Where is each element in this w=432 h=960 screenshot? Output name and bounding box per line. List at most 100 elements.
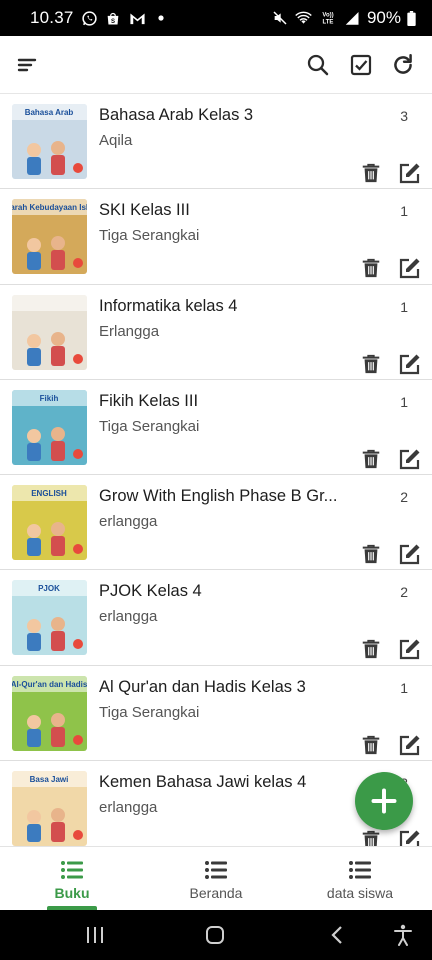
refresh-icon[interactable] — [388, 50, 418, 80]
book-title: Grow With English Phase B Gr... — [99, 487, 338, 506]
cover-label: ENGLISH — [31, 489, 67, 498]
bottom-nav: Buku Beranda data siswa — [0, 846, 432, 910]
edit-button[interactable] — [398, 162, 422, 184]
list-icon — [205, 861, 227, 879]
book-title: Informatika kelas 4 — [99, 296, 238, 315]
accessibility-icon[interactable] — [392, 924, 414, 946]
list-item[interactable]: Sejarah Kebudayaan Islam SKI Kelas III T… — [0, 189, 432, 285]
edit-button[interactable] — [398, 543, 422, 565]
book-publisher: erlangga — [99, 513, 158, 531]
edit-icon — [399, 830, 420, 846]
list-item[interactable]: Al-Qur'an dan Hadis Al Qur'an dan Hadis … — [0, 665, 432, 762]
list-item[interactable]: Informatika kelas 4 Erlangga 1 — [0, 284, 432, 380]
nav-item-data-siswa[interactable]: data siswa — [288, 847, 432, 910]
mute-icon — [272, 10, 289, 27]
book-title: Al Qur'an dan Hadis Kelas 3 — [99, 677, 306, 696]
battery-text: 90% — [366, 8, 401, 27]
book-quantity: 1 — [400, 679, 408, 696]
wifi-icon — [295, 10, 312, 27]
svg-text:S: S — [111, 18, 115, 24]
edit-button[interactable] — [398, 448, 422, 470]
book-cover-image: PJOK — [12, 580, 87, 656]
back-icon[interactable] — [326, 924, 348, 946]
edit-button[interactable] — [398, 353, 422, 375]
app-bar — [0, 36, 432, 94]
book-cover-image: Al-Qur'an dan Hadis — [12, 675, 87, 751]
book-quantity: 2 — [400, 584, 408, 601]
book-quantity: 3 — [400, 108, 408, 124]
delete-button[interactable] — [360, 543, 382, 565]
edit-button[interactable] — [398, 829, 422, 846]
list-item[interactable]: Bahasa Arab Bahasa Arab Kelas 3 Aqila 3 — [0, 94, 432, 190]
checkbox-icon[interactable] — [346, 50, 376, 80]
edit-button[interactable] — [398, 734, 422, 756]
recent-apps-icon[interactable] — [84, 924, 106, 946]
trash-icon — [362, 640, 380, 659]
list-item[interactable]: ENGLISH Grow With English Phase B Gr... … — [0, 475, 432, 571]
list-item[interactable]: PJOK PJOK Kelas 4 erlangga 2 — [0, 570, 432, 666]
book-list: Bahasa Arab Bahasa Arab Kelas 3 Aqila 3 … — [0, 94, 432, 846]
delete-button[interactable] — [360, 734, 382, 756]
volte-icon: Vo)) LTE — [318, 10, 338, 27]
edit-icon — [399, 449, 420, 469]
trash-icon — [362, 259, 380, 278]
book-publisher: Erlangga — [99, 322, 160, 340]
delete-button[interactable] — [360, 638, 382, 660]
add-book-button[interactable] — [355, 772, 413, 830]
list-item[interactable]: Fikih Fikih Kelas III Tiga Serangkai 1 — [0, 379, 432, 476]
delete-button[interactable] — [360, 448, 382, 470]
book-publisher: Tiga Serangkai — [99, 417, 200, 435]
book-publisher: Tiga Serangkai — [99, 227, 200, 245]
signal-icon — [344, 10, 361, 27]
cover-label: Fikih — [40, 394, 59, 403]
edit-icon — [399, 163, 420, 184]
cover-label: Basa Jawi — [30, 775, 69, 784]
svg-text:LTE: LTE — [323, 20, 334, 26]
book-cover-image: Bahasa Arab — [12, 104, 87, 179]
edit-button[interactable] — [398, 638, 422, 660]
book-cover-image: Fikih — [12, 389, 87, 465]
book-quantity: 1 — [400, 203, 408, 220]
delete-button[interactable] — [360, 257, 382, 279]
trash-icon — [362, 449, 380, 469]
book-title: Bahasa Arab Kelas 3 — [99, 106, 254, 124]
status-time: 10.37 — [30, 8, 74, 27]
trash-icon — [362, 830, 380, 846]
status-right: Vo)) LTE 90% — [272, 8, 416, 28]
home-icon[interactable] — [204, 924, 226, 946]
edit-button[interactable] — [398, 257, 422, 279]
nav-label-buku: Buku — [54, 885, 90, 901]
book-title: SKI Kelas III — [99, 201, 190, 220]
whatsapp-icon — [81, 10, 98, 27]
battery-icon — [407, 10, 416, 27]
edit-icon — [399, 354, 420, 374]
status-bar: 10.37 S Vo)) LTE 90% — [0, 0, 432, 36]
gmail-icon — [129, 10, 146, 27]
svg-text:Vo)): Vo)) — [322, 12, 333, 18]
status-left: 10.37 S — [30, 8, 170, 28]
edit-icon — [399, 544, 420, 565]
trash-icon — [362, 735, 380, 754]
delete-button[interactable] — [360, 162, 382, 184]
book-quantity: 1 — [400, 393, 408, 410]
delete-button[interactable] — [360, 829, 382, 846]
sort-icon[interactable] — [12, 50, 42, 80]
book-publisher: Tiga Serangkai — [99, 703, 200, 721]
cover-label: PJOK — [38, 584, 60, 593]
shopee-icon: S — [105, 10, 122, 27]
book-quantity: 2 — [400, 489, 408, 506]
edit-icon — [399, 258, 420, 279]
book-title: Kemen Bahasa Jawi kelas 4 — [99, 773, 307, 792]
dot-icon — [153, 10, 170, 27]
trash-icon — [362, 354, 380, 373]
nav-item-buku[interactable]: Buku — [0, 847, 144, 910]
book-cover-image — [12, 294, 87, 370]
delete-button[interactable] — [360, 353, 382, 375]
book-cover-image: Sejarah Kebudayaan Islam — [12, 199, 87, 275]
edit-icon — [399, 639, 420, 660]
system-nav-bar — [0, 910, 432, 960]
nav-item-beranda[interactable]: Beranda — [144, 847, 288, 910]
book-publisher: Aqila — [99, 132, 133, 149]
search-icon[interactable] — [303, 50, 333, 80]
list-icon — [349, 861, 371, 879]
